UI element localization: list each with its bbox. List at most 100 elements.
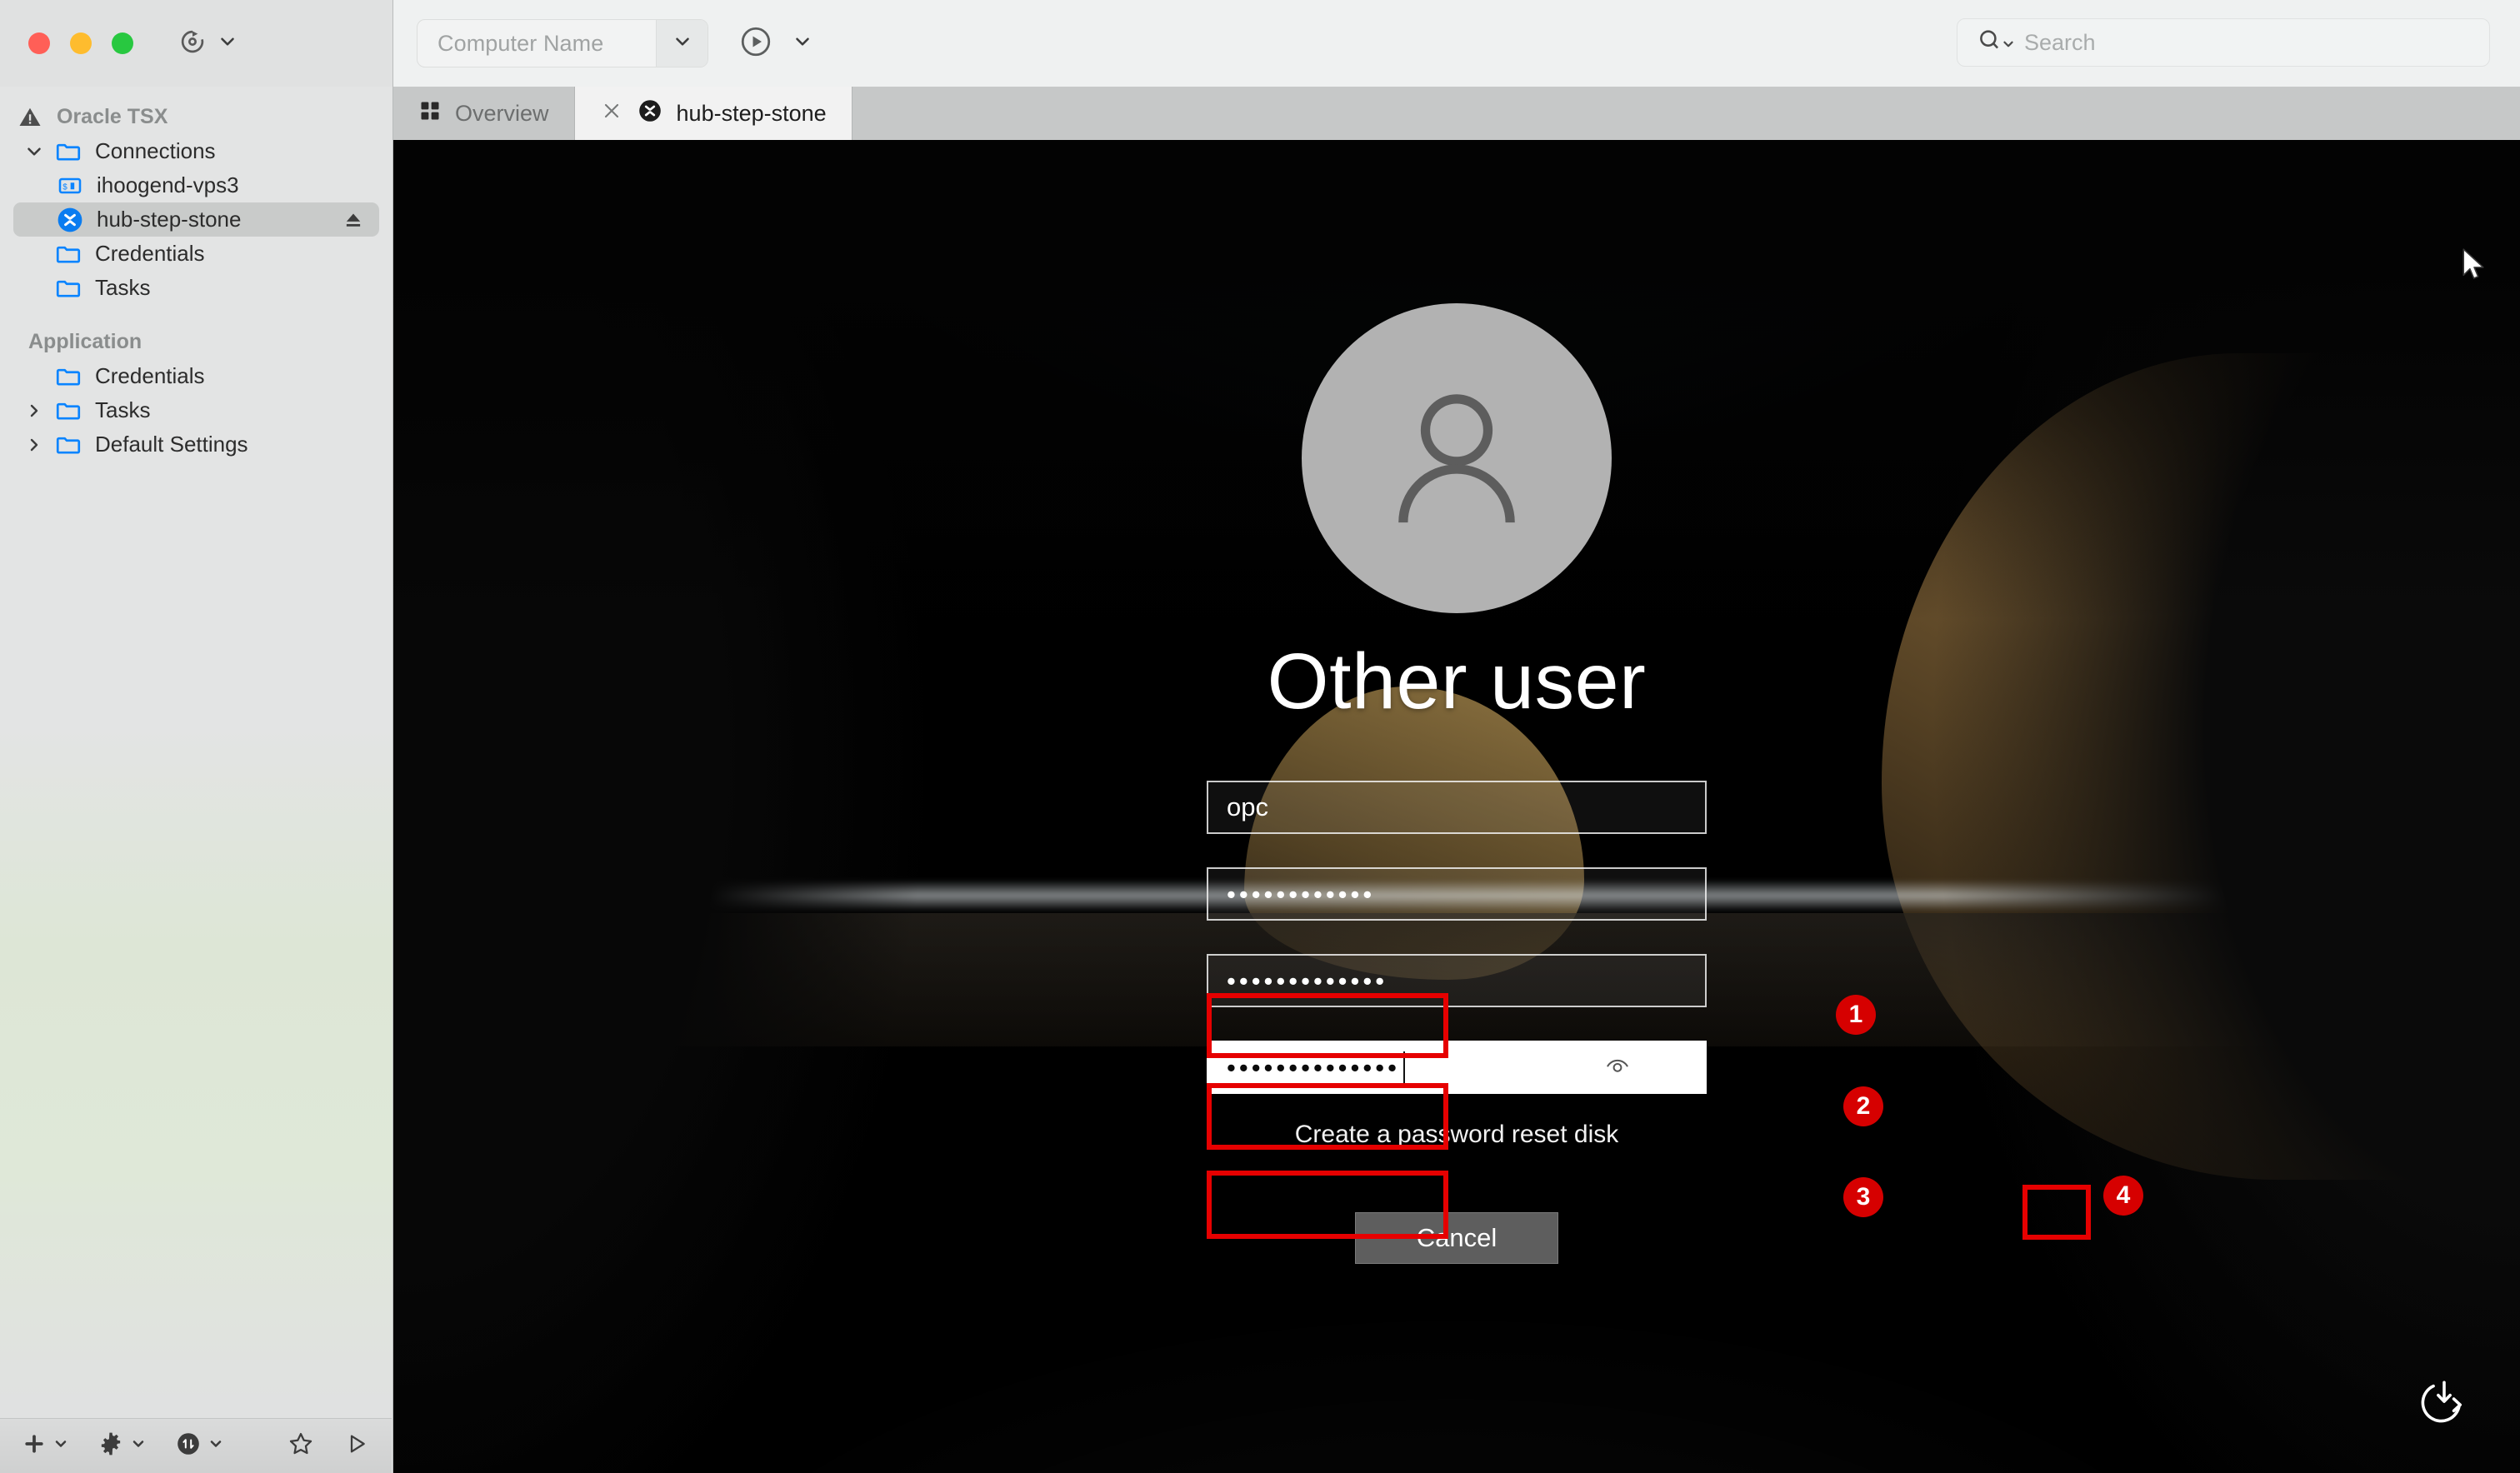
windows-login-panel: Other user opc •••••••••••• ••••••••••••… <box>1073 140 1840 1264</box>
chevron-down-icon <box>130 1436 147 1456</box>
add-button[interactable] <box>22 1431 69 1461</box>
annotation-badge-2: 2 <box>1843 1086 1883 1126</box>
gear-icon <box>98 1431 124 1461</box>
password-3-value: •••••••••••••• <box>1227 1055 1400 1081</box>
refresh-button[interactable] <box>177 26 238 62</box>
app-body: Oracle TSX Connections <box>0 87 2520 1473</box>
tab-label: Overview <box>455 101 549 127</box>
avatar <box>1302 303 1612 613</box>
title-bar-right: Computer Name <box>393 0 2520 87</box>
password-reset-disk-link[interactable]: Create a password reset disk <box>1295 1121 1619 1149</box>
run-dropdown-chevron-down-icon[interactable] <box>792 31 813 57</box>
cancel-button[interactable]: Cancel <box>1355 1212 1558 1264</box>
sidebar-item-default-settings[interactable]: Default Settings <box>0 427 392 462</box>
sidebar-item-hub-step-stone[interactable]: hub-step-stone <box>13 202 379 237</box>
username-value: opc <box>1227 792 1268 822</box>
chevron-down-icon <box>672 31 693 57</box>
eye-reveal-icon[interactable] <box>1603 1051 1632 1084</box>
grid-icon <box>418 99 442 128</box>
title-bar-left <box>0 0 393 87</box>
sidebar-footer-toolbar <box>0 1418 392 1473</box>
minimize-window-button[interactable] <box>70 32 92 54</box>
user-avatar-icon <box>1373 373 1540 544</box>
zoom-window-button[interactable] <box>112 32 133 54</box>
password-field-2[interactable]: ••••••••••••• <box>1207 954 1707 1007</box>
computer-name-input[interactable]: Computer Name <box>418 20 656 67</box>
sidebar-group-label: Credentials <box>95 241 205 267</box>
sidebar-group-label: Connections <box>95 138 216 164</box>
annotation-badge-4: 4 <box>2103 1176 2143 1216</box>
tab-bar: Overview hub-step-stone <box>393 87 2520 140</box>
sidebar-group-tasks[interactable]: Tasks <box>0 271 392 305</box>
computer-name-combobox[interactable]: Computer Name <box>417 19 708 67</box>
password-2-value: ••••••••••••• <box>1227 968 1388 994</box>
remote-session-viewport[interactable]: Other user opc •••••••••••• ••••••••••••… <box>393 140 2520 1473</box>
password-field-1[interactable]: •••••••••••• <box>1207 867 1707 921</box>
password-1-value: •••••••••••• <box>1227 881 1375 907</box>
sidebar: Oracle TSX Connections <box>0 87 393 1473</box>
transfer-button[interactable] <box>175 1431 224 1461</box>
sidebar-section-application: Application <box>0 325 392 359</box>
eject-icon[interactable] <box>341 207 366 232</box>
folder-icon <box>50 362 87 391</box>
plus-icon <box>22 1431 47 1461</box>
computer-name-dropdown-button[interactable] <box>656 20 708 67</box>
content-area: Overview hub-step-stone <box>393 87 2520 1473</box>
chevron-right-icon[interactable] <box>18 401 50 421</box>
svg-text:$: $ <box>62 182 68 192</box>
sidebar-item-label: Tasks <box>95 397 150 423</box>
submit-arrow-button[interactable] <box>1652 1042 1705 1092</box>
folder-icon <box>50 240 87 268</box>
sidebar-group-label: Tasks <box>95 275 150 301</box>
run-controls[interactable] <box>738 24 813 63</box>
folder-icon <box>50 397 87 425</box>
remote-desktop-icon <box>52 205 88 235</box>
annotation-badge-3: 3 <box>1843 1177 1883 1217</box>
username-field[interactable]: opc <box>1207 781 1707 834</box>
tab-overview[interactable]: Overview <box>393 87 575 140</box>
sidebar-group-credentials[interactable]: Credentials <box>0 237 392 271</box>
sidebar-item-label: ihoogend-vps3 <box>97 172 239 198</box>
star-icon[interactable] <box>287 1430 315 1462</box>
sidebar-root-oracle-tsx[interactable]: Oracle TSX <box>0 100 392 134</box>
search-input[interactable]: Search <box>2024 30 2096 56</box>
search-icon[interactable] <box>1976 27 2004 59</box>
sidebar-tree: Oracle TSX Connections <box>0 87 392 462</box>
remote-desktop-icon <box>637 97 663 130</box>
warning-triangle-icon <box>12 105 48 130</box>
folder-icon <box>50 431 87 459</box>
sidebar-item-label: Credentials <box>95 363 205 389</box>
text-caret <box>1403 1051 1405 1083</box>
chevron-down-icon <box>208 1436 224 1456</box>
sidebar-item-ihoogend-vps3[interactable]: $ ihoogend-vps3 <box>0 168 392 202</box>
sidebar-group-connections[interactable]: Connections <box>0 134 392 168</box>
transfer-circle-icon <box>175 1431 202 1461</box>
app-window: Computer Name <box>0 0 2520 1473</box>
play-triangle-icon[interactable] <box>343 1431 370 1461</box>
sidebar-root-label: Oracle TSX <box>57 105 168 129</box>
terminal-icon: $ <box>52 172 88 199</box>
rotate-screen-icon[interactable] <box>2417 1376 2472 1435</box>
sidebar-item-label: Default Settings <box>95 432 248 457</box>
chevron-down-icon <box>52 1436 69 1456</box>
tab-label: hub-step-stone <box>677 101 827 127</box>
login-fields: opc •••••••••••• ••••••••••••• •••••••••… <box>1207 781 1707 1127</box>
sidebar-item-app-tasks[interactable]: Tasks <box>0 393 392 427</box>
search-field[interactable]: Search <box>1957 18 2490 67</box>
tab-hub-step-stone[interactable]: hub-step-stone <box>575 87 852 140</box>
window-traffic-lights[interactable] <box>28 32 133 54</box>
password-field-3[interactable]: •••••••••••••• <box>1207 1041 1707 1094</box>
refresh-icon <box>177 26 208 62</box>
close-window-button[interactable] <box>28 32 50 54</box>
annotation-badge-1: 1 <box>1836 995 1876 1035</box>
title-bar: Computer Name <box>0 0 2520 87</box>
close-icon[interactable] <box>600 99 623 127</box>
search-chevron-down-icon[interactable] <box>2001 37 2016 56</box>
chevron-down-icon[interactable] <box>18 141 50 162</box>
settings-button[interactable] <box>98 1431 147 1461</box>
sidebar-item-app-credentials[interactable]: Credentials <box>0 359 392 393</box>
play-circle-icon[interactable] <box>738 24 773 63</box>
folder-icon <box>50 137 87 166</box>
sidebar-footer-right <box>287 1430 370 1462</box>
chevron-right-icon[interactable] <box>18 435 50 455</box>
